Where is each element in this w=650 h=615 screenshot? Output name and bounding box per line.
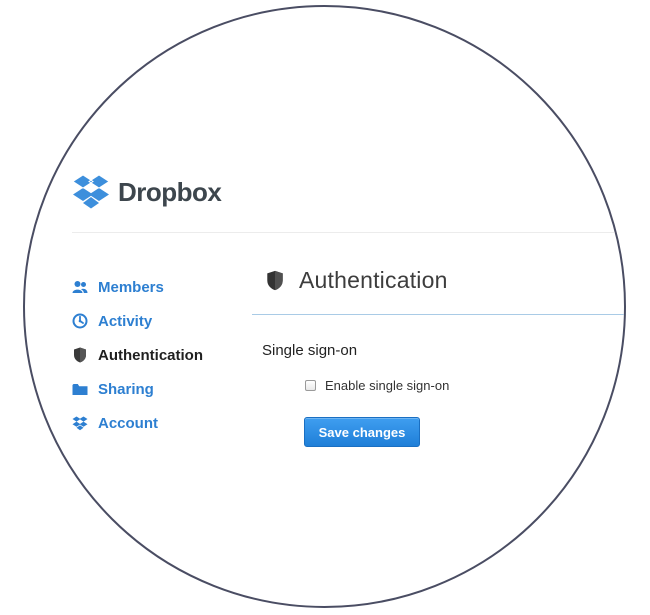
sidebar-item-label: Activity xyxy=(98,312,153,330)
activity-icon xyxy=(72,313,88,329)
logo-wordmark: Dropbox xyxy=(118,176,222,207)
sidebar-item-members[interactable]: Members xyxy=(72,270,203,304)
page-title: Authentication xyxy=(299,266,448,293)
screenshot-stage: Dropbox Members Activity Authentication … xyxy=(0,0,650,615)
shield-icon xyxy=(72,347,88,363)
shield-icon xyxy=(267,270,283,290)
folder-icon xyxy=(72,381,88,397)
members-icon xyxy=(72,279,88,295)
header-divider xyxy=(72,232,624,233)
title-divider xyxy=(252,314,624,315)
sidebar-item-account[interactable]: Account xyxy=(72,406,203,440)
save-changes-button[interactable]: Save changes xyxy=(304,417,420,447)
dropbox-logo-icon xyxy=(72,174,110,209)
enable-sso-label[interactable]: Enable single sign-on xyxy=(325,378,449,393)
sidebar-item-label: Authentication xyxy=(98,346,203,364)
sidebar-item-label: Account xyxy=(98,414,158,432)
sidebar-nav: Members Activity Authentication Sharing … xyxy=(72,270,203,440)
page-content: Dropbox Members Activity Authentication … xyxy=(25,7,624,606)
circular-frame: Dropbox Members Activity Authentication … xyxy=(23,5,626,608)
sidebar-item-authentication[interactable]: Authentication xyxy=(72,338,203,372)
dropbox-logo[interactable]: Dropbox xyxy=(72,174,222,210)
sidebar-item-label: Members xyxy=(98,278,164,296)
sidebar-item-label: Sharing xyxy=(98,380,154,398)
sidebar-item-sharing[interactable]: Sharing xyxy=(72,372,203,406)
sidebar-item-activity[interactable]: Activity xyxy=(72,304,203,338)
page-header: Authentication xyxy=(266,264,448,296)
section-title-sso: Single sign-on xyxy=(262,342,358,359)
enable-sso-checkbox[interactable] xyxy=(305,380,316,391)
dropbox-icon xyxy=(72,415,88,431)
sso-checkbox-row[interactable]: Enable single sign-on xyxy=(305,378,449,393)
